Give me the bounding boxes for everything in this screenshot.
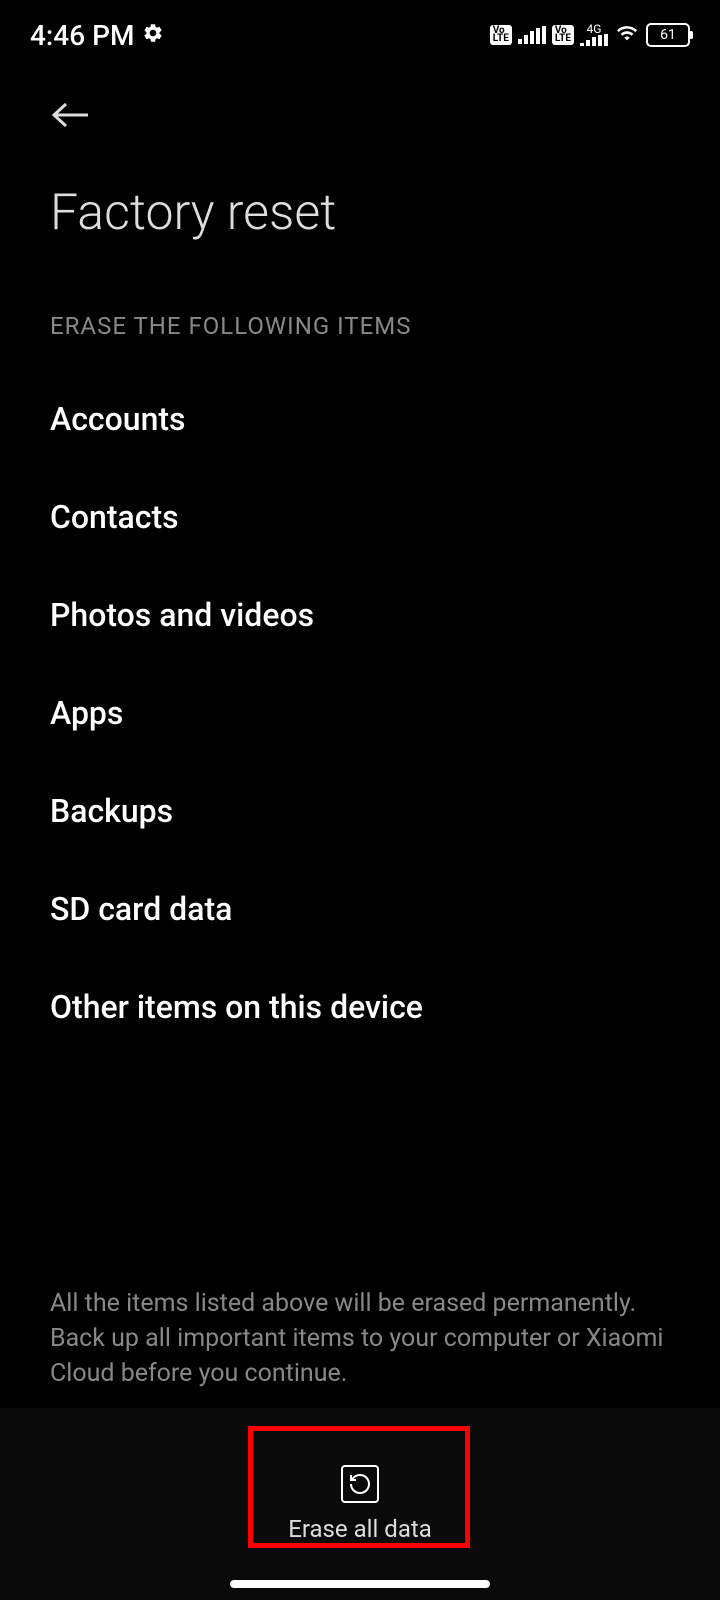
home-indicator[interactable] [230, 1580, 490, 1588]
status-left: 4:46 PM [30, 19, 164, 52]
battery-level: 61 [660, 27, 676, 43]
gear-icon [142, 22, 164, 48]
erase-all-data-button[interactable]: Erase all data [238, 1445, 482, 1563]
back-button[interactable] [0, 70, 720, 154]
warning-text: All the items listed above will be erase… [50, 1286, 670, 1391]
status-time: 4:46 PM [30, 19, 134, 52]
list-item-other[interactable]: Other items on this device [0, 958, 720, 1056]
list-item-apps[interactable]: Apps [0, 664, 720, 762]
reset-icon [341, 1465, 379, 1503]
list-item-accounts[interactable]: Accounts [0, 370, 720, 468]
volte-badge-2: VoLTE [552, 25, 574, 45]
wifi-icon [614, 22, 640, 48]
list-item-backups[interactable]: Backups [0, 762, 720, 860]
list-item-photos[interactable]: Photos and videos [0, 566, 720, 664]
network-type: 4G [587, 24, 602, 34]
signal-bars-1 [518, 26, 546, 44]
status-right: VoLTE VoLTE 4G 61 [490, 22, 690, 48]
arrow-left-icon [50, 100, 90, 130]
bottom-bar: Erase all data [0, 1408, 720, 1600]
battery-indicator: 61 [646, 23, 690, 47]
page-title: Factory reset [0, 154, 720, 292]
status-bar: 4:46 PM VoLTE VoLTE 4G [0, 0, 720, 70]
signal-bars-2 [580, 34, 608, 46]
volte-badge-1: VoLTE [490, 25, 512, 45]
section-header: ERASE THE FOLLOWING ITEMS [0, 292, 720, 370]
list-item-sdcard[interactable]: SD card data [0, 860, 720, 958]
erase-label: Erase all data [288, 1515, 432, 1543]
list-item-contacts[interactable]: Contacts [0, 468, 720, 566]
